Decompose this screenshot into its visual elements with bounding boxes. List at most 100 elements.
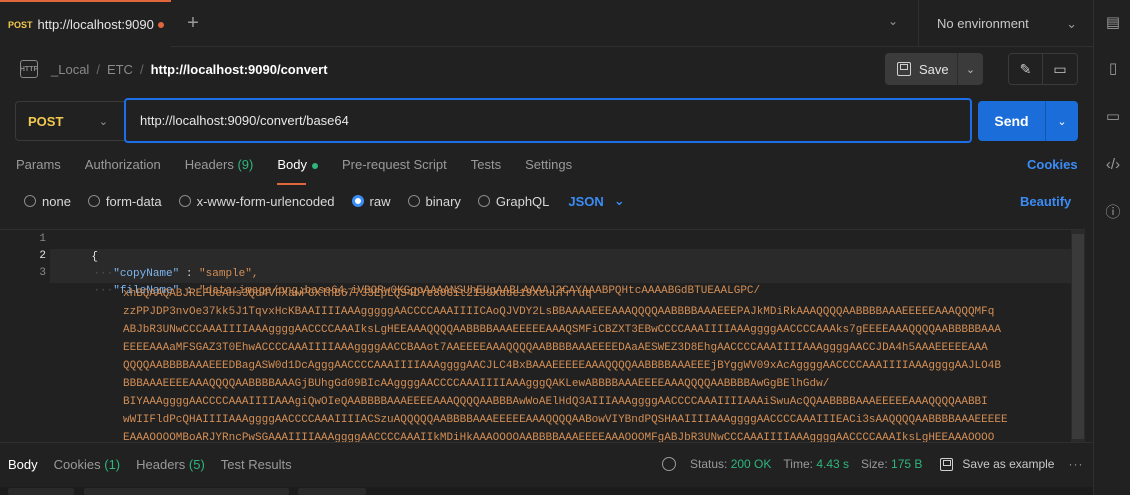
wrapped-string-line: BIYAAAggggAACCCCAAAIIIIAAAgiQwOIeQAABBBB… xyxy=(123,396,988,408)
tab-params[interactable]: Params xyxy=(16,157,61,181)
size-label: Size: xyxy=(861,457,888,471)
tab-pre-request-script[interactable]: Pre-request Script xyxy=(342,157,447,181)
code-line-2: ···"copyName" : "sample", xyxy=(67,249,258,280)
status-value: 200 OK xyxy=(730,457,772,471)
documentation-icon[interactable]: ▯ xyxy=(1104,60,1122,78)
response-tab-cookies-label: Cookies xyxy=(53,457,101,472)
request-tabs: Params Authorization Headers (9) Body Pr… xyxy=(16,157,572,185)
info-icon[interactable]: ⓘ xyxy=(1104,204,1122,222)
scrollbar-thumb[interactable] xyxy=(1072,234,1084,439)
time[interactable]: Time: 4.43 s xyxy=(783,457,849,471)
chevron-down-icon: ⌄ xyxy=(1066,15,1077,31)
send-button-group: Send ⌄ xyxy=(978,101,1078,141)
response-tab-test-results[interactable]: Test Results xyxy=(221,457,292,472)
body-type-selector: none form-data x-www-form-urlencoded raw… xyxy=(24,192,625,210)
status: Status: 200 OK xyxy=(690,457,771,471)
line-number: 1 xyxy=(39,233,46,245)
radio-none-label: none xyxy=(42,193,71,209)
line-number: 2 xyxy=(39,250,46,262)
editor-scrollbar[interactable] xyxy=(1071,230,1085,442)
request-tab-active[interactable]: POST http://localhost:9090/c xyxy=(0,0,171,47)
breadcrumb-request-name[interactable]: http://localhost:9090/convert xyxy=(151,62,328,77)
radio-raw-label: raw xyxy=(369,193,391,209)
request-actions: ✎ ▭ xyxy=(1008,53,1078,85)
send-options-chevron-icon[interactable]: ⌄ xyxy=(1046,101,1078,141)
radio-binary[interactable]: binary xyxy=(407,194,461,209)
save-button[interactable]: Save xyxy=(885,53,958,85)
wrapped-string-line: ABJbR3UNwCCCAAAIIIIAAAggggAACCCCAAAIksLg… xyxy=(123,324,1001,336)
globe-icon[interactable] xyxy=(662,457,676,471)
right-sidebar: ▤ ▯ ▭ ‹/› ⓘ xyxy=(1093,0,1130,495)
new-tab-plus-icon[interactable]: + xyxy=(182,12,204,34)
wrapped-string-line: EAAAOOOOMBoARJYRncPwSGAAAIIIIAAAggggAACC… xyxy=(123,432,995,442)
line-number: 3 xyxy=(39,267,46,279)
raw-format-select[interactable]: JSON ⌄ xyxy=(568,193,624,209)
chevron-down-icon: ⌄ xyxy=(613,193,625,208)
wrapped-string-line: BBBAAAEEEEAAAQQQQAABBBBAAAGjBUhgGd09BIcA… xyxy=(123,378,830,390)
beautify-link[interactable]: Beautify xyxy=(1020,194,1071,209)
breadcrumb-separator: / xyxy=(139,61,144,77)
environment-quick-look-icon[interactable]: ▤ xyxy=(1104,14,1122,32)
radio-graphql-label: GraphQL xyxy=(495,193,550,209)
wrapped-string-line: wWIIFldPcQHAIIIIAAAggggAACCCCAAAIIIIACSz… xyxy=(123,414,1008,426)
tab-headers[interactable]: Headers (9) xyxy=(185,157,254,181)
method-select[interactable]: POST ⌄ xyxy=(15,101,125,141)
url-input[interactable] xyxy=(124,98,972,143)
tab-tests[interactable]: Tests xyxy=(471,157,501,181)
size[interactable]: Size: 175 B xyxy=(861,457,922,471)
radio-form-data[interactable]: form-data xyxy=(87,194,162,209)
response-tab-body[interactable]: Body xyxy=(8,457,38,472)
radio-circle xyxy=(178,195,191,207)
radio-circle xyxy=(477,195,490,207)
response-bar: Body Cookies (1) Headers (5) Test Result… xyxy=(0,442,1093,487)
save-options-chevron-icon[interactable]: ⌄ xyxy=(958,63,983,76)
time-value: 4.43 s xyxy=(816,457,850,471)
breadcrumb: HTTP _Local / ETC / http://localhost:909… xyxy=(20,56,328,82)
cookies-link[interactable]: Cookies xyxy=(1027,157,1078,172)
floppy-disk-icon xyxy=(940,457,954,471)
floppy-disk-icon xyxy=(897,62,911,76)
wrapped-string-line: zzPPJDP3nvOe37kk5J1TqvxHcKBAAIIIIAAAgggg… xyxy=(123,306,995,318)
radio-urlencoded[interactable]: x-www-form-urlencoded xyxy=(178,193,335,209)
comment-icon[interactable]: ▭ xyxy=(1043,54,1077,84)
bottom-panel-strip xyxy=(0,487,1093,495)
tab-body-label: Body xyxy=(277,157,307,172)
response-meta: Status: 200 OK Time: 4.43 s Size: 175 B … xyxy=(662,457,1083,471)
tabs-chevron-down-icon[interactable]: ⌄ xyxy=(888,14,898,28)
wrapped-string-line: EEEEAAAaMFSGAZ3T0EhwACCCCAAAIIIIAAAggggA… xyxy=(123,342,988,354)
radio-circle xyxy=(24,195,36,207)
edit-pencil-icon[interactable]: ✎ xyxy=(1009,54,1044,84)
bottom-tab-stub xyxy=(298,488,366,495)
code-icon[interactable]: ‹/› xyxy=(1104,156,1122,174)
save-as-example-button[interactable]: Save as example xyxy=(940,457,1054,471)
body-code-editor[interactable]: 1 2 3 { ···"copyName" : "sample", ···"fi… xyxy=(0,229,1085,442)
radio-none[interactable]: none xyxy=(24,194,71,209)
breadcrumb-separator: / xyxy=(96,61,100,77)
tab-authorization[interactable]: Authorization xyxy=(85,157,161,181)
unsaved-indicator xyxy=(157,21,164,28)
radio-raw[interactable]: raw xyxy=(351,193,391,209)
breadcrumb-folder[interactable]: ETC xyxy=(107,62,133,77)
save-button-group: Save ⌄ xyxy=(885,53,983,85)
body-indicator-dot xyxy=(311,162,318,169)
tab-body[interactable]: Body xyxy=(277,157,318,185)
request-tab-strip: POST http://localhost:9090/c + ⌄ No envi… xyxy=(0,0,1093,47)
environment-select[interactable]: No environment ⌄ xyxy=(918,0,1093,47)
breadcrumb-collection[interactable]: _Local xyxy=(51,62,89,77)
radio-urlencoded-label: x-www-form-urlencoded xyxy=(196,193,335,209)
response-tab-cookies[interactable]: Cookies (1) xyxy=(54,457,120,472)
bottom-tab-stub xyxy=(84,488,289,495)
headers-count: (9) xyxy=(237,157,254,172)
tab-settings[interactable]: Settings xyxy=(525,157,572,181)
chevron-down-icon: ⌄ xyxy=(98,115,108,128)
response-tab-headers[interactable]: Headers (5) xyxy=(136,457,205,472)
more-options-icon[interactable]: ··· xyxy=(1068,457,1083,471)
radio-graphql[interactable]: GraphQL xyxy=(477,193,550,209)
wrapped-string-line: xhBQAAQABJREFUeAHs3Qd4VFXawPGXlhB67733Ep… xyxy=(123,288,592,300)
send-button[interactable]: Send xyxy=(978,101,1046,141)
comments-icon[interactable]: ▭ xyxy=(1104,108,1122,126)
tab-headers-label: Headers xyxy=(184,157,234,172)
http-request-icon: HTTP xyxy=(20,60,38,78)
response-headers-count: (5) xyxy=(188,457,205,472)
radio-circle xyxy=(87,195,100,207)
